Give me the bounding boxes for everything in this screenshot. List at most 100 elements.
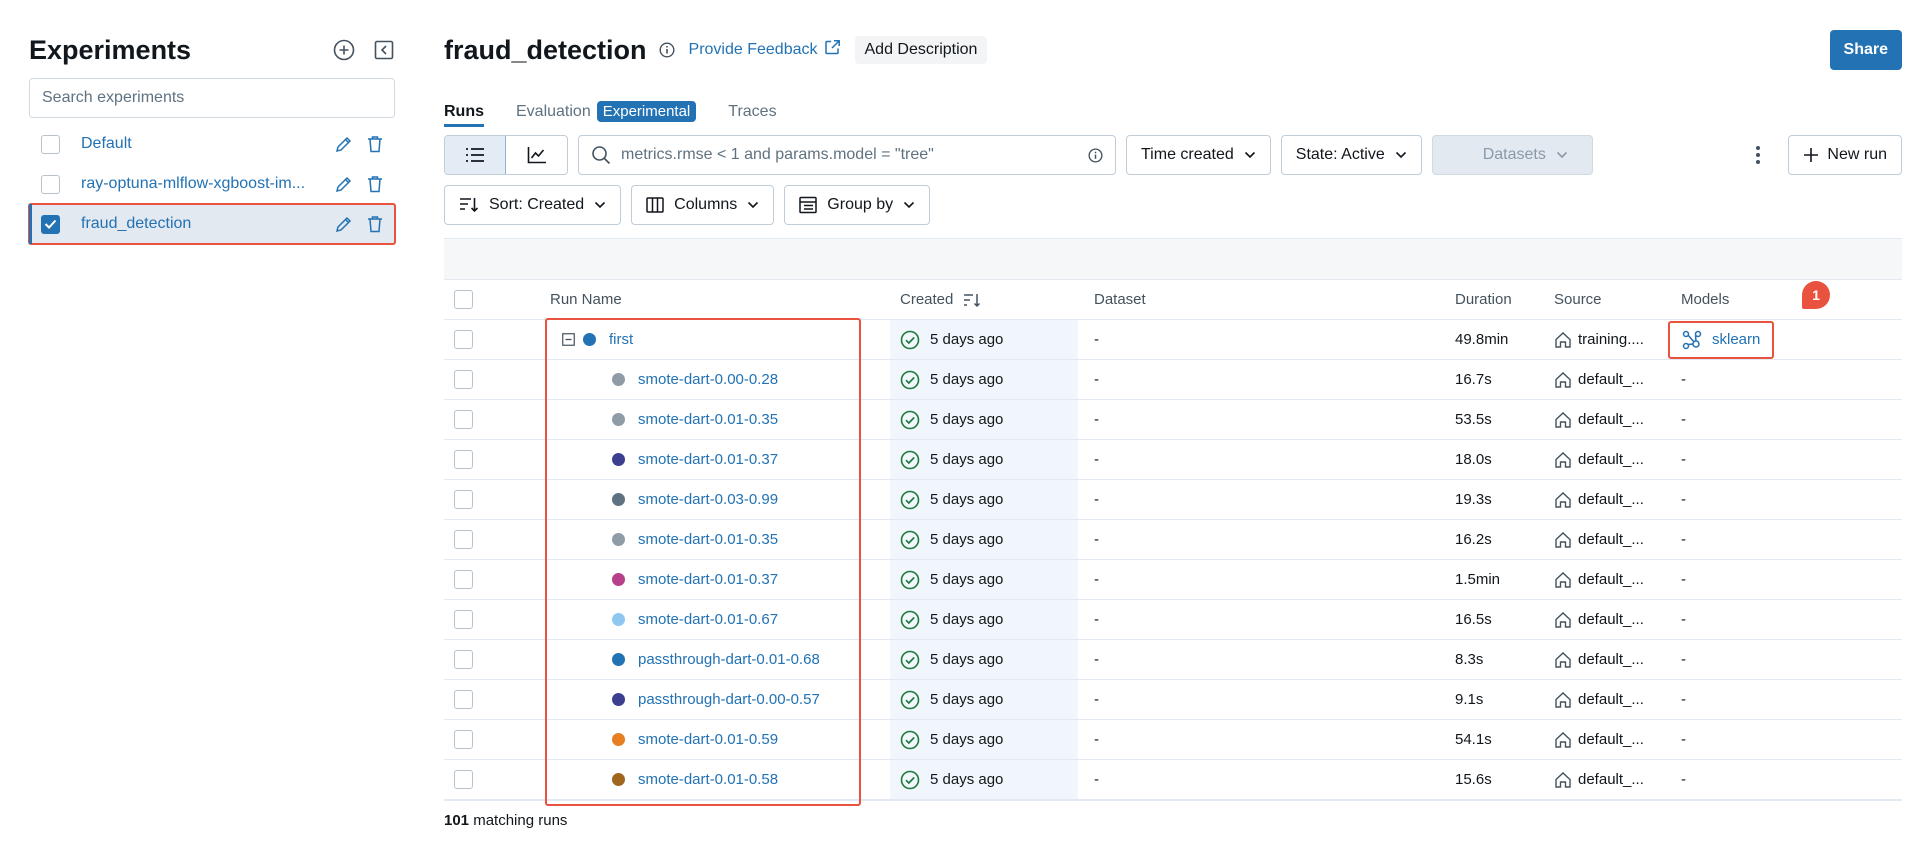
model-value: -: [1681, 571, 1686, 588]
table-row: passthrough-dart-0.00-0.57 5 days ago - 9.1…: [444, 680, 1902, 720]
new-run-button[interactable]: New run: [1788, 135, 1902, 175]
experiment-item[interactable]: fraud_detection: [28, 203, 396, 245]
row-checkbox[interactable]: [454, 530, 473, 549]
source-value[interactable]: default_...: [1578, 531, 1644, 548]
dataset-value: -: [1094, 731, 1099, 748]
row-checkbox[interactable]: [454, 410, 473, 429]
run-name-link[interactable]: passthrough-dart-0.01-0.68: [638, 651, 820, 668]
edit-icon[interactable]: [333, 214, 353, 234]
experiment-name[interactable]: Default: [81, 135, 333, 153]
row-checkbox[interactable]: [454, 570, 473, 589]
source-value[interactable]: default_...: [1578, 611, 1644, 628]
run-name-link[interactable]: smote-dart-0.01-0.59: [638, 731, 778, 748]
runs-search[interactable]: [578, 135, 1116, 175]
columns-dropdown[interactable]: Columns: [631, 185, 775, 225]
header-run-name[interactable]: Run Name: [550, 291, 890, 308]
experiment-name[interactable]: fraud_detection: [81, 215, 333, 233]
run-name-link[interactable]: passthrough-dart-0.00-0.57: [638, 691, 820, 708]
experiment-checkbox[interactable]: [41, 174, 60, 194]
external-link-icon: [824, 39, 841, 61]
table-row: smote-dart-0.01-0.37 5 days ago - 18.0s defa…: [444, 440, 1902, 480]
runs-search-input[interactable]: [621, 146, 1088, 164]
row-checkbox[interactable]: [454, 610, 473, 629]
state-dropdown[interactable]: State: Active: [1280, 135, 1422, 175]
source-value[interactable]: training....: [1578, 331, 1644, 348]
row-checkbox[interactable]: [454, 730, 473, 749]
select-all-checkbox[interactable]: [454, 290, 473, 309]
source-value[interactable]: default_...: [1578, 691, 1644, 708]
run-name-link[interactable]: smote-dart-0.01-0.67: [638, 611, 778, 628]
provide-feedback-link[interactable]: Provide Feedback: [689, 39, 841, 61]
header-source[interactable]: Source: [1554, 291, 1679, 308]
datasets-dropdown[interactable]: Datasets: [1431, 135, 1593, 175]
experiment-item[interactable]: Default: [29, 124, 395, 164]
run-name-link[interactable]: smote-dart-0.03-0.99: [638, 491, 778, 508]
source-value[interactable]: default_...: [1578, 771, 1644, 788]
new-run-label: New run: [1827, 146, 1887, 163]
experiment-item[interactable]: ray-optuna-mlflow-xgboost-im...: [29, 164, 395, 204]
add-description-button[interactable]: Add Description: [854, 36, 988, 64]
source-value[interactable]: default_...: [1578, 411, 1644, 428]
row-checkbox[interactable]: [454, 770, 473, 789]
git-branch-icon: [1555, 491, 1571, 508]
search-experiments-input[interactable]: [42, 89, 382, 107]
experiment-checkbox[interactable]: [41, 134, 60, 154]
chevron-down-icon: [595, 201, 606, 209]
created-value: 5 days ago: [930, 411, 1004, 428]
row-checkbox[interactable]: [454, 690, 473, 709]
run-name-link[interactable]: first: [609, 331, 633, 348]
header-duration[interactable]: Duration: [1454, 291, 1554, 308]
run-name-link[interactable]: smote-dart-0.01-0.35: [638, 411, 778, 428]
trash-icon[interactable]: [365, 174, 385, 194]
duration-value: 49.8min: [1455, 331, 1509, 348]
model-link[interactable]: sklearn: [1668, 320, 1775, 359]
list-view-button[interactable]: [445, 136, 506, 174]
info-icon[interactable]: [659, 42, 675, 58]
success-check-icon: [900, 650, 920, 670]
header-created[interactable]: Created: [890, 280, 1078, 319]
group-by-dropdown[interactable]: Group by: [784, 185, 931, 225]
provide-feedback-label: Provide Feedback: [688, 41, 818, 58]
header-dataset[interactable]: Dataset: [1078, 291, 1454, 308]
experiment-name[interactable]: ray-optuna-mlflow-xgboost-im...: [81, 175, 333, 193]
run-name-link[interactable]: smote-dart-0.01-0.58: [638, 771, 778, 788]
source-value[interactable]: default_...: [1578, 571, 1644, 588]
success-check-icon: [900, 530, 920, 550]
chevron-down-icon: [1244, 151, 1255, 159]
source-value[interactable]: default_...: [1578, 491, 1644, 508]
experiment-checkbox[interactable]: [41, 214, 60, 234]
tab-runs[interactable]: Runs: [444, 103, 484, 127]
trash-icon[interactable]: [365, 214, 385, 234]
info-icon[interactable]: [1088, 147, 1103, 163]
tab-traces[interactable]: Traces: [728, 103, 776, 127]
collapse-sidebar-icon[interactable]: [373, 39, 395, 61]
table-row: smote-dart-0.00-0.28 5 days ago - 16.7s defa…: [444, 360, 1902, 400]
run-name-link[interactable]: smote-dart-0.01-0.37: [638, 571, 778, 588]
row-checkbox[interactable]: [454, 650, 473, 669]
source-value[interactable]: default_...: [1578, 731, 1644, 748]
trash-icon[interactable]: [365, 134, 385, 154]
source-value[interactable]: default_...: [1578, 371, 1644, 388]
sort-dropdown[interactable]: Sort: Created: [444, 185, 622, 225]
row-checkbox[interactable]: [454, 330, 473, 349]
source-value[interactable]: default_...: [1578, 651, 1644, 668]
run-name-link[interactable]: smote-dart-0.01-0.37: [638, 451, 778, 468]
source-value[interactable]: default_...: [1578, 451, 1644, 468]
created-value: 5 days ago: [930, 491, 1004, 508]
search-experiments[interactable]: [29, 78, 395, 118]
run-name-link[interactable]: smote-dart-0.00-0.28: [638, 371, 778, 388]
edit-icon[interactable]: [333, 174, 353, 194]
collapse-icon[interactable]: [562, 333, 575, 346]
chart-view-button[interactable]: [506, 136, 567, 174]
more-options-icon[interactable]: [1744, 145, 1772, 165]
time-created-dropdown[interactable]: Time created: [1126, 135, 1271, 175]
row-checkbox[interactable]: [454, 450, 473, 469]
row-checkbox[interactable]: [454, 370, 473, 389]
run-name-link[interactable]: smote-dart-0.01-0.35: [638, 531, 778, 548]
tab-evaluation[interactable]: Evaluation Experimental: [516, 101, 697, 127]
row-checkbox[interactable]: [454, 490, 473, 509]
duration-value: 15.6s: [1455, 771, 1492, 788]
edit-icon[interactable]: [333, 134, 353, 154]
share-button[interactable]: Share: [1829, 30, 1902, 70]
add-experiment-icon[interactable]: [333, 39, 355, 61]
